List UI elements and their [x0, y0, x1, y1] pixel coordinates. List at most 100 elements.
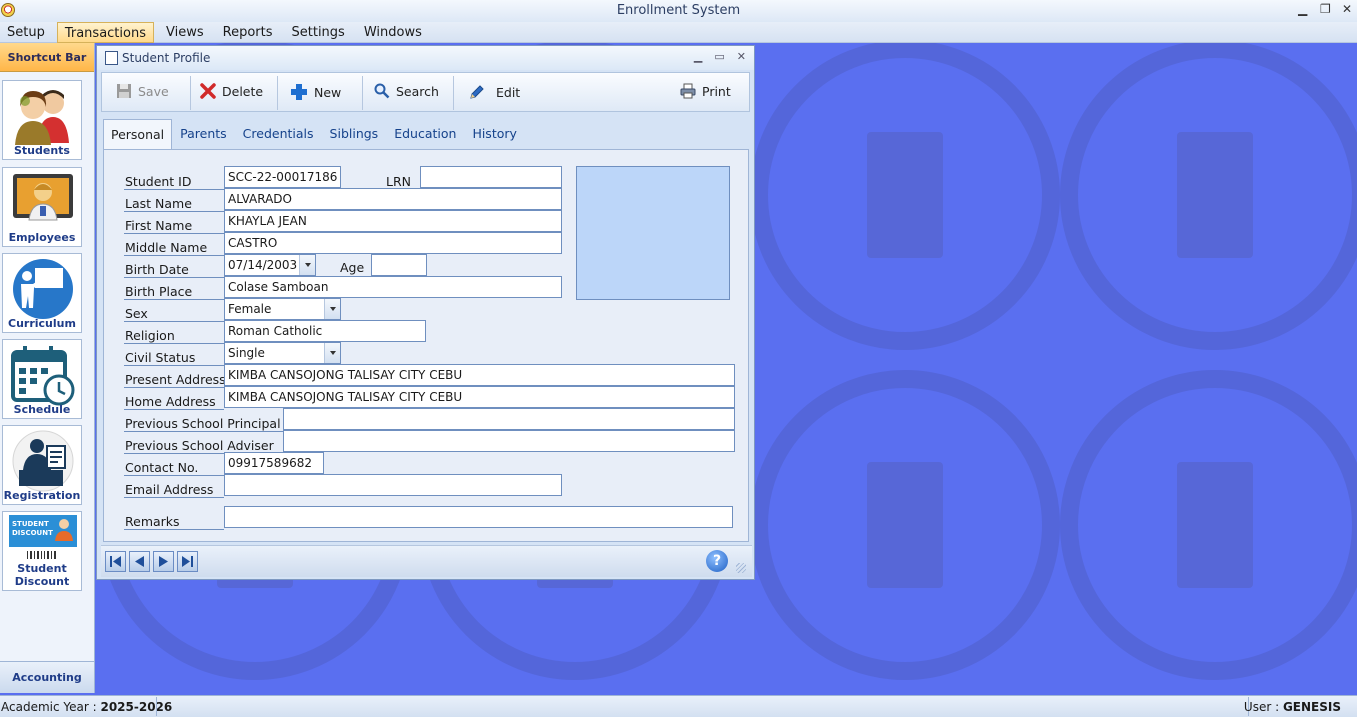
delete-button[interactable]: Delete — [200, 83, 263, 99]
last-record-button[interactable] — [177, 551, 198, 572]
student-profile-window: Student Profile ▁ ▭ ✕ Save Delete New Se… — [96, 45, 755, 580]
students-icon — [15, 90, 69, 145]
search-button[interactable]: Search — [374, 83, 439, 99]
civil-status-select[interactable]: Single — [224, 342, 341, 364]
middle-name-field[interactable]: CASTRO — [224, 232, 562, 254]
child-close-icon[interactable]: ✕ — [737, 50, 746, 63]
religion-field[interactable]: Roman Catholic — [224, 320, 426, 342]
menu-windows[interactable]: Windows — [357, 22, 429, 43]
first-record-button[interactable] — [105, 551, 126, 572]
shortcut-schedule[interactable]: Schedule — [2, 339, 82, 419]
child-window-controls: ▁ ▭ ✕ — [694, 50, 746, 63]
registration-icon — [12, 430, 74, 492]
first-name-field[interactable]: KHAYLA JEAN — [224, 210, 562, 232]
status-bar: Academic Year : 2025-2026 User : GENESIS — [0, 695, 1357, 717]
menu-setup[interactable]: Setup — [0, 22, 52, 43]
civil-status-label: Civil Status — [125, 350, 196, 365]
employees-icon — [13, 174, 73, 221]
lrn-label: LRN — [386, 174, 411, 189]
print-button[interactable]: Print — [680, 83, 731, 99]
home-address-label: Home Address — [125, 394, 216, 409]
shortcut-employees[interactable]: Employees — [2, 167, 82, 247]
delete-x-icon — [200, 83, 216, 99]
shortcut-accounting[interactable]: Accounting — [0, 661, 94, 693]
birth-place-field[interactable]: Colase Samboan — [224, 276, 562, 298]
lrn-field[interactable] — [420, 166, 562, 188]
tab-parents[interactable]: Parents — [172, 119, 235, 149]
shortcut-registration[interactable]: Registration — [2, 425, 82, 505]
previous-record-button[interactable] — [129, 551, 150, 572]
birth-date-picker[interactable]: 07/14/2003 — [224, 254, 316, 276]
present-address-field[interactable]: KIMBA CANSOJONG TALISAY CITY CEBU — [224, 364, 735, 386]
profile-tabs: Personal Parents Credentials Siblings Ed… — [103, 119, 525, 149]
shortcut-students[interactable]: Students — [2, 80, 82, 160]
remarks-field[interactable] — [224, 506, 733, 528]
print-label: Print — [702, 83, 731, 99]
pencil-icon — [470, 85, 484, 99]
resize-grip-icon[interactable] — [736, 563, 746, 573]
tab-personal[interactable]: Personal — [103, 119, 173, 149]
previous-icon — [135, 556, 144, 567]
last-name-field[interactable]: ALVARADO — [224, 188, 562, 210]
shortcut-employees-label: Employees — [8, 231, 76, 244]
minimize-icon[interactable]: ▁ — [1298, 2, 1307, 16]
shortcut-student-discount[interactable]: STUDENT DISCOUNT Student Discount — [2, 511, 82, 591]
student-photo[interactable] — [576, 166, 730, 300]
tab-credentials[interactable]: Credentials — [235, 119, 322, 149]
shortcut-bar-header: Shortcut Bar — [0, 43, 94, 72]
discount-card-icon: STUDENT DISCOUNT — [9, 515, 77, 559]
menu-transactions[interactable]: Transactions — [56, 22, 154, 43]
record-navigator: ? — [101, 545, 752, 577]
magnifier-icon — [374, 83, 390, 99]
curriculum-icon — [13, 259, 73, 319]
student-id-label: Student ID — [125, 174, 192, 189]
save-button[interactable]: Save — [116, 83, 169, 99]
sex-select[interactable]: Female — [224, 298, 341, 320]
menu-bar: Setup Transactions Views Reports Setting… — [0, 22, 1357, 43]
prev-principal-field[interactable] — [283, 408, 735, 430]
sex-value: Female — [228, 302, 272, 316]
shortcut-student-discount-label: Student Discount — [14, 562, 70, 588]
tab-siblings[interactable]: Siblings — [322, 119, 387, 149]
next-record-button[interactable] — [153, 551, 174, 572]
edit-button[interactable]: Edit — [468, 83, 520, 101]
chevron-down-icon[interactable] — [299, 255, 315, 275]
menu-settings[interactable]: Settings — [285, 22, 352, 43]
home-address-field[interactable]: KIMBA CANSOJONG TALISAY CITY CEBU — [224, 386, 735, 408]
age-field[interactable] — [371, 254, 427, 276]
age-label: Age — [340, 260, 365, 275]
menu-views[interactable]: Views — [159, 22, 211, 43]
restore-icon[interactable]: ❐ — [1320, 2, 1331, 16]
present-address-label: Present Address — [125, 372, 226, 387]
help-icon[interactable]: ? — [706, 550, 728, 572]
contact-no-field[interactable]: 09917589682 — [224, 452, 324, 474]
app-titlebar: Enrollment System ▁ ❐ ✕ — [0, 0, 1357, 22]
svg-text:STUDENT: STUDENT — [12, 520, 49, 528]
child-maximize-icon[interactable]: ▭ — [714, 50, 724, 63]
email-field[interactable] — [224, 474, 562, 496]
close-icon[interactable]: ✕ — [1342, 2, 1352, 16]
prev-adviser-label: Previous School Adviser — [125, 438, 274, 453]
shortcut-curriculum-label: Curriculum — [8, 317, 76, 330]
tab-education[interactable]: Education — [386, 119, 464, 149]
chevron-down-icon[interactable] — [324, 343, 340, 363]
save-label: Save — [138, 83, 169, 99]
new-button[interactable]: New — [290, 83, 341, 101]
first-name-label: First Name — [125, 218, 193, 233]
tab-history[interactable]: History — [464, 119, 524, 149]
shortcut-registration-label: Registration — [3, 489, 81, 502]
student-id-field[interactable]: SCC-22-00017186 — [224, 166, 341, 188]
religion-label: Religion — [125, 328, 175, 343]
menu-reports[interactable]: Reports — [216, 22, 280, 43]
student-profile-title: Student Profile — [122, 51, 211, 65]
calendar-icon — [11, 346, 75, 406]
next-icon — [159, 556, 168, 567]
shortcut-schedule-label: Schedule — [13, 403, 71, 416]
window-controls: ▁ ❐ ✕ — [1298, 2, 1352, 16]
record-toolbar: Save Delete New Search Edit Print — [101, 72, 750, 112]
chevron-down-icon[interactable] — [324, 299, 340, 319]
search-label: Search — [396, 83, 439, 99]
child-minimize-icon[interactable]: ▁ — [694, 50, 702, 63]
shortcut-curriculum[interactable]: Curriculum — [2, 253, 82, 333]
prev-adviser-field[interactable] — [283, 430, 735, 452]
